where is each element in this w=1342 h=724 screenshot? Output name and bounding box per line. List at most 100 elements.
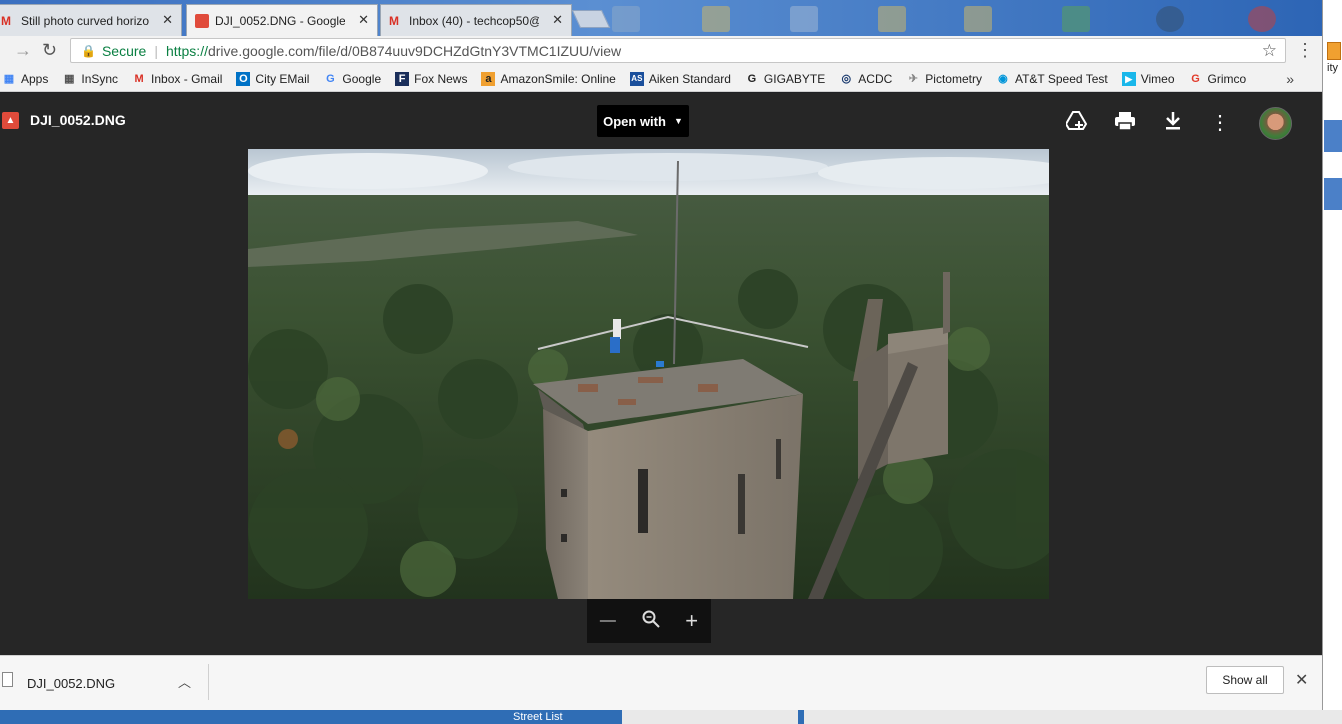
tab-inbox[interactable]: M Inbox (40) - techcop50@ ✕ xyxy=(380,4,572,36)
background-panel xyxy=(622,710,798,724)
secure-label: Secure xyxy=(101,42,147,59)
acdc-icon: ◎ xyxy=(841,72,852,85)
new-tab-button[interactable] xyxy=(571,10,611,28)
bookmark-att-speed-test[interactable]: ◉ AT&T Speed Test xyxy=(996,72,1108,86)
avatar[interactable] xyxy=(1259,107,1292,140)
bookmark-label: Aiken Standard xyxy=(648,71,731,86)
more-vert-icon[interactable]: ⋮ xyxy=(1208,111,1232,135)
gmail-icon: M xyxy=(134,72,144,85)
tab-close-icon[interactable]: ✕ xyxy=(358,12,369,28)
background-window-strip: ity xyxy=(1322,0,1342,724)
download-item-name[interactable]: DJI_0052.DNG xyxy=(27,676,115,691)
desktop-icon xyxy=(790,6,818,32)
document-icon xyxy=(1327,42,1341,60)
image-file-icon: ▲ xyxy=(2,112,19,129)
att-icon: ◉ xyxy=(998,72,1008,85)
divider xyxy=(208,664,209,700)
omnibox-separator: | xyxy=(154,42,158,59)
bookmark-pictometry[interactable]: ✈ Pictometry xyxy=(906,72,982,86)
bookmark-inbox-gmail[interactable]: M Inbox - Gmail xyxy=(132,72,222,86)
open-with-label: Open with xyxy=(603,113,666,129)
gmail-favicon-icon: M xyxy=(1,14,11,28)
desktop-icon xyxy=(702,6,730,32)
url-path: drive.google.com/file/d/0B874uuv9DCHZdGt… xyxy=(207,42,622,59)
drive-image-favicon-icon xyxy=(195,14,209,28)
desktop-icon xyxy=(1248,6,1276,32)
bookmark-label: City EMail xyxy=(255,71,310,86)
vimeo-icon: ▶ xyxy=(1121,71,1136,86)
bookmark-insync[interactable]: ▦ InSync xyxy=(62,72,118,86)
magnifier-icon[interactable] xyxy=(642,608,660,634)
bookmark-label: ACDC xyxy=(858,71,893,86)
bookmark-acdc[interactable]: ◎ ACDC xyxy=(839,72,892,86)
street-list-label: Street List xyxy=(513,711,563,723)
bookmark-label: InSync xyxy=(81,71,119,86)
bookmark-label: Vimeo xyxy=(1140,71,1175,86)
desktop-icon xyxy=(878,6,906,32)
bookmark-label: Inbox - Gmail xyxy=(151,71,223,86)
bookmark-label: Pictometry xyxy=(925,71,982,86)
download-icon[interactable] xyxy=(1161,111,1185,135)
print-icon[interactable] xyxy=(1113,111,1137,135)
desktop-icon xyxy=(964,6,992,32)
forward-arrow-icon[interactable]: → xyxy=(14,40,32,61)
tab-title: DJI_0052.DNG - Google D xyxy=(215,13,345,28)
desktop-icon xyxy=(1156,6,1184,32)
zoom-in-button[interactable]: + xyxy=(685,608,698,634)
open-with-button[interactable]: Open with ▼ xyxy=(597,105,689,137)
browser-toolbar: → ↻ 🔒 Secure | https:// drive.google.com… xyxy=(0,36,1322,66)
bookmark-fox-news[interactable]: F Fox News xyxy=(395,71,468,86)
bookmark-aiken-standard[interactable]: AS Aiken Standard xyxy=(629,71,731,86)
newspaper-icon: AS xyxy=(629,71,644,86)
bookmark-gigabyte[interactable]: G GIGABYTE xyxy=(745,71,826,86)
lock-icon: 🔒 xyxy=(81,43,96,58)
tab-close-icon[interactable]: ✕ xyxy=(162,12,173,28)
dropdown-caret-icon: ▼ xyxy=(673,116,683,126)
tab-still-photo[interactable]: M Still photo curved horizo ✕ xyxy=(0,4,182,36)
bookmarks-overflow-icon[interactable]: » xyxy=(1286,71,1294,87)
url-scheme: https:// xyxy=(165,42,208,59)
tab-close-icon[interactable]: ✕ xyxy=(552,12,563,28)
drive-file-viewer: ▲ DJI_0052.DNG Open with ▼ ⋮ — + xyxy=(0,93,1322,655)
grid-icon: ▦ xyxy=(64,72,75,85)
chevron-up-icon[interactable]: ︿ xyxy=(178,672,191,691)
tab-strip: M Still photo curved horizo ✕ DJI_0052.D… xyxy=(0,0,1322,36)
bookmark-apps[interactable]: ▦ Apps xyxy=(2,71,49,86)
tab-dji-0052[interactable]: DJI_0052.DNG - Google D ✕ xyxy=(186,4,378,36)
bookmark-label: AmazonSmile: Online xyxy=(500,71,616,86)
bookmark-label: Apps xyxy=(21,71,49,86)
google-icon: G xyxy=(326,72,335,85)
show-all-button[interactable]: Show all xyxy=(1206,666,1284,694)
bookmark-city-email[interactable]: O City EMail xyxy=(236,71,310,86)
close-icon[interactable]: ✕ xyxy=(1295,670,1308,690)
desktop-icon xyxy=(1062,6,1090,32)
blue-block xyxy=(1324,178,1342,210)
bookmark-vimeo[interactable]: ▶ Vimeo xyxy=(1121,71,1175,86)
bookmark-star-icon[interactable]: ☆ xyxy=(1262,41,1277,61)
apps-grid-icon: ▦ xyxy=(3,72,15,85)
gigabyte-icon: G xyxy=(747,72,757,85)
bookmark-google[interactable]: G Google xyxy=(323,72,381,86)
gmail-favicon-icon: M xyxy=(389,14,399,28)
tab-title: Still photo curved horizo xyxy=(21,13,150,28)
bookmark-label: Grimco xyxy=(1207,71,1247,86)
add-to-drive-icon[interactable] xyxy=(1064,111,1089,135)
reload-icon[interactable]: ↻ xyxy=(42,40,57,61)
browser-window: M Still photo curved horizo ✕ DJI_0052.D… xyxy=(0,0,1322,710)
file-icon xyxy=(2,672,13,687)
tab-title: Inbox (40) - techcop50@ xyxy=(409,13,539,28)
bookmark-label: Fox News xyxy=(414,71,468,86)
bookmark-grimco[interactable]: G Grimco xyxy=(1189,71,1247,86)
bookmark-label: GIGABYTE xyxy=(763,71,826,86)
bookmark-amazonsmile[interactable]: a AmazonSmile: Online xyxy=(481,71,616,86)
address-bar[interactable]: 🔒 Secure | https:// drive.google.com/fil… xyxy=(70,38,1286,63)
blue-block xyxy=(1324,120,1342,152)
pictometry-icon: ✈ xyxy=(908,72,918,85)
outlook-icon: O xyxy=(236,71,251,86)
partial-window-text: ity xyxy=(1327,62,1338,74)
chrome-menu-icon[interactable]: ⋮ xyxy=(1296,40,1314,61)
zoom-out-button[interactable]: — xyxy=(600,612,616,630)
bookmarks-bar: ▦ Apps ▦ InSync M Inbox - Gmail O City E… xyxy=(0,66,1322,92)
download-shelf: DJI_0052.DNG ︿ Show all ✕ xyxy=(0,655,1322,710)
desktop-icon xyxy=(612,6,640,32)
